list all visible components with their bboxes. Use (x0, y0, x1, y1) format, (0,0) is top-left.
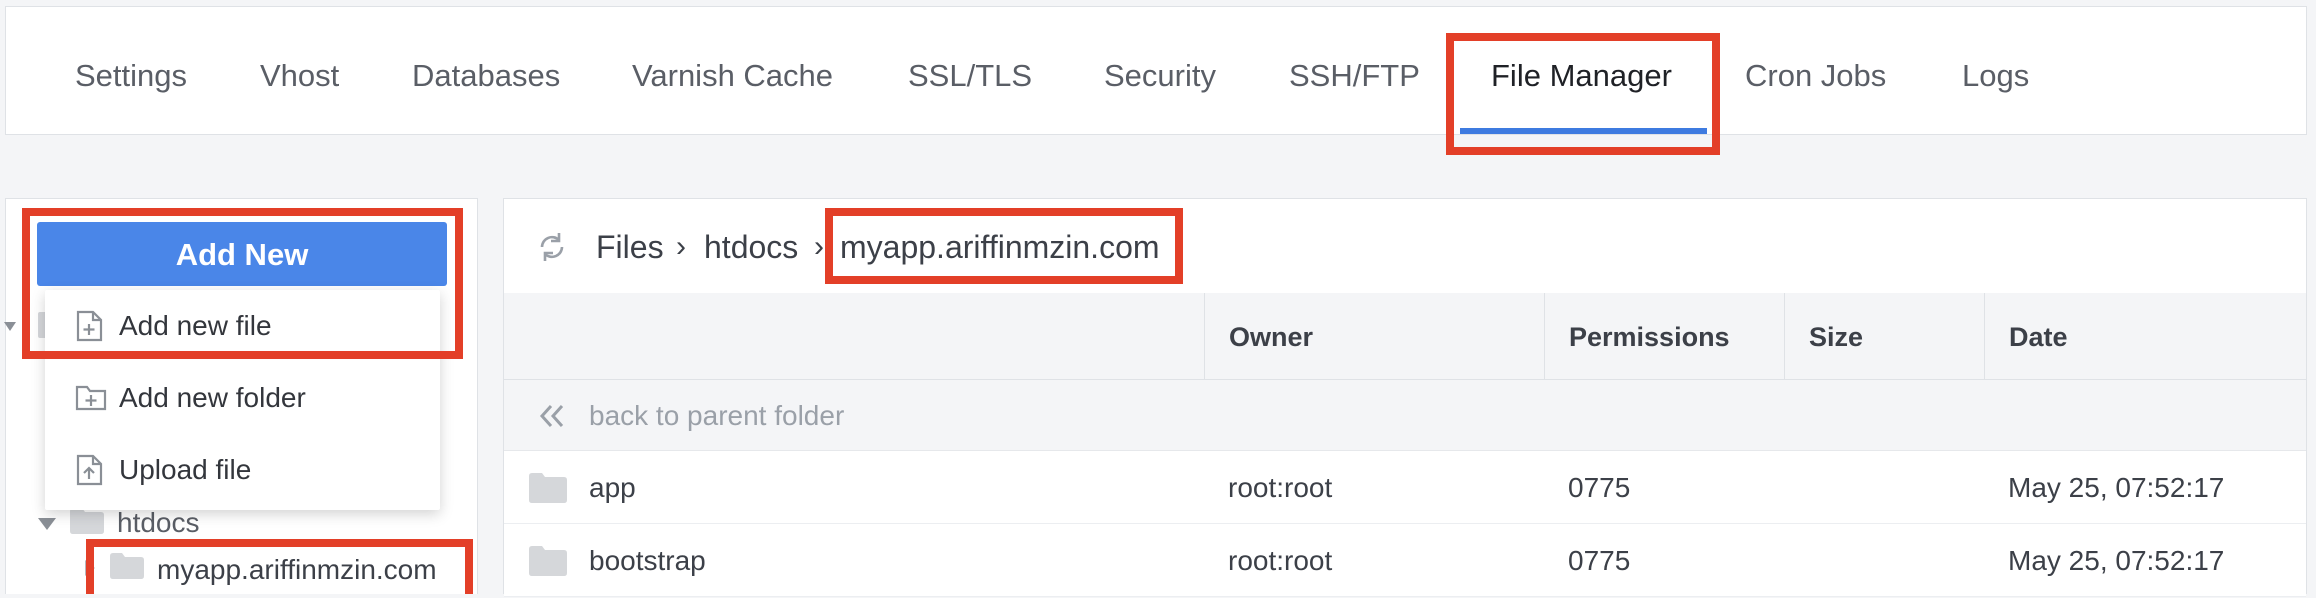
file-date: May 25, 07:52:17 (2008, 472, 2225, 503)
active-tab-indicator (1460, 128, 1707, 134)
folder-plus-icon (75, 382, 107, 414)
add-new-button[interactable]: Add New (37, 222, 447, 286)
column-header-owner[interactable]: Owner (1204, 293, 1544, 379)
file-permissions: 0775 (1568, 472, 1631, 503)
tab-cron-jobs[interactable]: Cron Jobs (1745, 6, 1886, 135)
breadcrumb: Files › htdocs › myapp.ariffinmzin.com (504, 199, 2306, 294)
table-row[interactable]: bootstrap root:root 0775 May 25, 07:52:1… (504, 524, 2306, 597)
file-plus-icon (75, 310, 105, 342)
tab-ssh-ftp[interactable]: SSH/FTP (1289, 6, 1420, 135)
back-to-parent-label: back to parent folder (589, 400, 845, 431)
table-row[interactable]: app root:root 0775 May 25, 07:52:17 (504, 451, 2306, 524)
tab-file-manager[interactable]: File Manager (1491, 6, 1672, 135)
menu-item-add-new-folder[interactable]: Add new folder (45, 362, 440, 432)
menu-item-label: Add new folder (119, 382, 306, 413)
tree-collapse-arrow[interactable] (38, 518, 56, 530)
tab-databases[interactable]: Databases (412, 6, 560, 135)
column-header-permissions[interactable]: Permissions (1544, 293, 1784, 379)
menu-item-label: Upload file (119, 454, 252, 485)
tab-security[interactable]: Security (1104, 6, 1216, 135)
file-owner: root:root (1228, 545, 1333, 576)
double-chevron-left-icon (537, 402, 567, 430)
file-name: bootstrap (589, 545, 706, 576)
chevron-right-icon: › (676, 230, 686, 263)
tree-item-myapp[interactable]: myapp.ariffinmzin.com (157, 551, 437, 595)
column-header-size[interactable]: Size (1784, 293, 1984, 379)
menu-item-label: Add new file (119, 310, 272, 341)
column-header-name[interactable] (504, 293, 1204, 379)
folder-icon (529, 473, 567, 503)
file-owner: root:root (1228, 472, 1333, 503)
table-header: Owner Permissions Size Date (504, 293, 2306, 380)
tab-ssl-tls[interactable]: SSL/TLS (908, 6, 1032, 135)
file-date: May 25, 07:52:17 (2008, 545, 2225, 576)
tree-expand-arrow[interactable] (85, 560, 95, 576)
file-upload-icon (75, 454, 105, 486)
file-name: app (589, 472, 636, 503)
tab-varnish-cache[interactable]: Varnish Cache (632, 6, 833, 135)
menu-item-add-new-file[interactable]: Add new file (45, 290, 440, 360)
back-to-parent-row[interactable]: back to parent folder (504, 380, 2306, 451)
tree-item-htdocs[interactable]: htdocs (117, 504, 200, 548)
refresh-icon[interactable] (534, 229, 570, 265)
menu-item-upload-file[interactable]: Upload file (45, 434, 440, 504)
folder-icon (70, 508, 104, 534)
tab-logs[interactable]: Logs (1962, 6, 2029, 135)
breadcrumb-item-current: myapp.ariffinmzin.com (840, 229, 1160, 265)
tree-expand-arrow[interactable] (4, 322, 16, 331)
tab-settings[interactable]: Settings (75, 6, 187, 135)
tab-vhost[interactable]: Vhost (260, 6, 339, 135)
add-new-dropdown: Add new file Add new folder Upload file (45, 290, 440, 510)
breadcrumb-item-files[interactable]: Files (596, 199, 664, 295)
file-permissions: 0775 (1568, 545, 1631, 576)
column-header-date[interactable]: Date (1984, 293, 2306, 379)
chevron-right-icon: › (814, 230, 824, 263)
folder-icon (110, 553, 144, 579)
folder-icon (529, 546, 567, 576)
breadcrumb-item-htdocs[interactable]: htdocs (704, 199, 798, 295)
